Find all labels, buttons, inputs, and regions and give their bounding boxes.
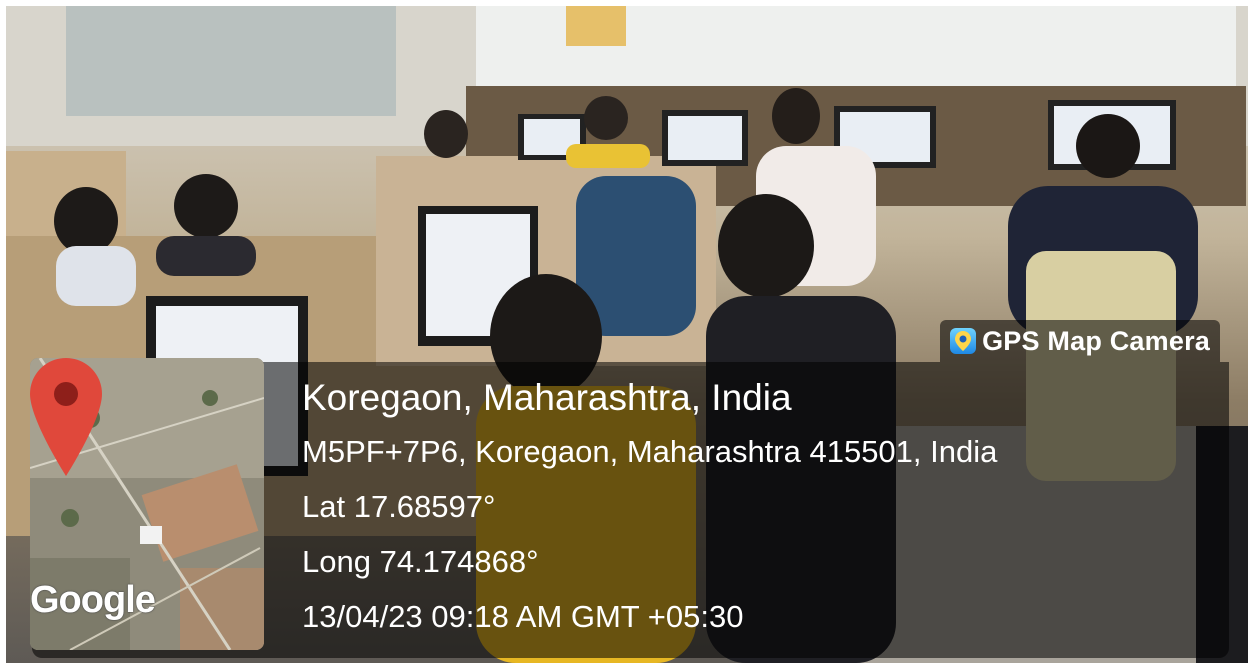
app-name: GPS Map Camera xyxy=(982,325,1210,356)
latitude: Lat 17.68597° xyxy=(302,489,496,524)
timestamp: 13/04/23 09:18 AM GMT +05:30 xyxy=(302,599,744,634)
map-thumbnail: Google xyxy=(30,358,264,650)
app-badge: GPS Map Camera xyxy=(940,320,1220,362)
gps-map-camera-app-icon xyxy=(950,328,977,354)
place-name: Koregaon, Maharashtra, India xyxy=(302,377,792,418)
address: M5PF+7P6, Koregaon, Maharashtra 415501, … xyxy=(302,434,998,469)
longitude: Long 74.174868° xyxy=(302,544,539,579)
google-attribution: Google xyxy=(30,579,156,621)
map-pin-icon xyxy=(30,358,102,476)
location-info: Koregaon, Maharashtra, India M5PF+7P6, K… xyxy=(302,372,997,644)
